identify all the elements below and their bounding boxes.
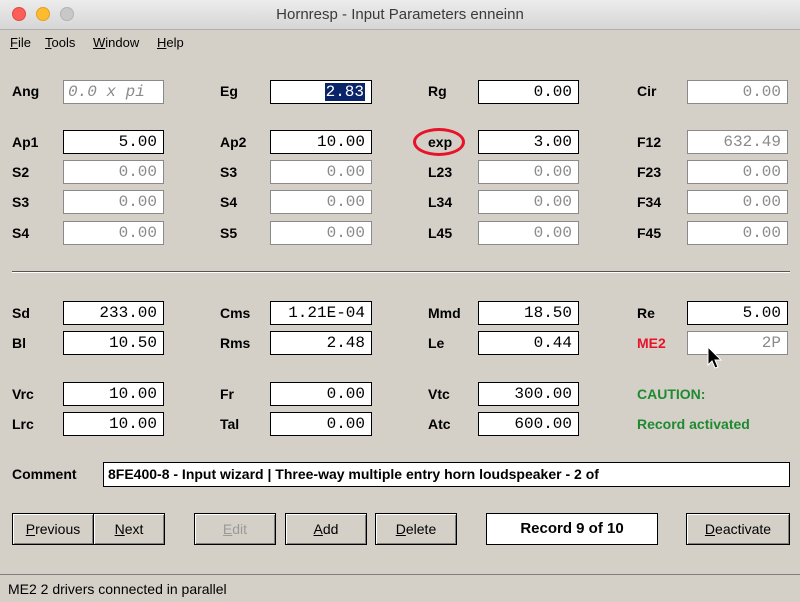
field-l45[interactable]: 0.00 bbox=[478, 221, 579, 245]
label-ap1: Ap1 bbox=[12, 134, 39, 150]
label-s4: S4 bbox=[220, 194, 238, 210]
label-atc: Atc bbox=[428, 416, 451, 432]
caution-title: CAUTION: bbox=[637, 386, 706, 402]
label-le: Le bbox=[428, 335, 445, 351]
field-s3-b[interactable]: 0.00 bbox=[63, 190, 164, 214]
field-cms[interactable]: 1.21E-04 bbox=[270, 301, 372, 325]
label-me2: ME2 bbox=[637, 335, 666, 351]
previous-button[interactable]: Previous bbox=[12, 513, 94, 545]
field-rg[interactable]: 0.00 bbox=[478, 80, 579, 104]
field-ang[interactable]: 0.0 x pi bbox=[63, 80, 164, 104]
field-bl[interactable]: 10.50 bbox=[63, 331, 164, 355]
label-f23: F23 bbox=[637, 164, 662, 180]
label-f12: F12 bbox=[637, 134, 662, 150]
label-tal: Tal bbox=[220, 416, 240, 432]
field-fr[interactable]: 0.00 bbox=[270, 382, 372, 406]
field-eg[interactable]: 2.83 bbox=[270, 80, 372, 104]
menu-window[interactable]: Window bbox=[93, 35, 139, 50]
record-indicator: Record 9 of 10 bbox=[486, 513, 658, 545]
field-le[interactable]: 0.44 bbox=[478, 331, 579, 355]
label-s5: S5 bbox=[220, 225, 238, 241]
label-s2: S2 bbox=[12, 164, 30, 180]
field-s2[interactable]: 0.00 bbox=[63, 160, 164, 184]
next-button[interactable]: Next bbox=[93, 513, 165, 545]
label-l45: L45 bbox=[428, 225, 453, 241]
label-l23: L23 bbox=[428, 164, 453, 180]
status-text: ME2 2 drivers connected in parallel bbox=[8, 581, 227, 597]
label-comment: Comment bbox=[12, 466, 77, 482]
add-button[interactable]: Add bbox=[285, 513, 367, 545]
field-ap2[interactable]: 10.00 bbox=[270, 130, 372, 154]
field-f34[interactable]: 0.00 bbox=[687, 190, 788, 214]
label-re: Re bbox=[637, 305, 655, 321]
field-sd[interactable]: 233.00 bbox=[63, 301, 164, 325]
field-f23[interactable]: 0.00 bbox=[687, 160, 788, 184]
field-s4-b[interactable]: 0.00 bbox=[63, 221, 164, 245]
field-vtc[interactable]: 300.00 bbox=[478, 382, 579, 406]
menu-help[interactable]: Help bbox=[157, 35, 184, 50]
field-ap1[interactable]: 5.00 bbox=[63, 130, 164, 154]
deactivate-button[interactable]: Deactivate bbox=[686, 513, 790, 545]
edit-button[interactable]: Edit bbox=[194, 513, 276, 545]
label-f45: F45 bbox=[637, 225, 662, 241]
menu-tools[interactable]: Tools bbox=[45, 35, 75, 50]
label-vrc: Vrc bbox=[12, 386, 34, 402]
label-s3-b: S3 bbox=[12, 194, 30, 210]
label-f34: F34 bbox=[637, 194, 662, 210]
label-fr: Fr bbox=[220, 386, 234, 402]
field-s5[interactable]: 0.00 bbox=[270, 221, 372, 245]
field-re[interactable]: 5.00 bbox=[687, 301, 788, 325]
label-sd: Sd bbox=[12, 305, 30, 321]
title-bar: Hornresp - Input Parameters enneinn bbox=[0, 0, 800, 30]
label-cir: Cir bbox=[637, 83, 657, 99]
label-ap2: Ap2 bbox=[220, 134, 247, 150]
caution-message: Record activated bbox=[637, 416, 750, 432]
field-rms[interactable]: 2.48 bbox=[270, 331, 372, 355]
delete-button[interactable]: Delete bbox=[375, 513, 457, 545]
label-vtc: Vtc bbox=[428, 386, 450, 402]
label-lrc: Lrc bbox=[12, 416, 34, 432]
field-s4[interactable]: 0.00 bbox=[270, 190, 372, 214]
field-f45[interactable]: 0.00 bbox=[687, 221, 788, 245]
comment-field[interactable]: 8FE400-8 - Input wizard | Three-way mult… bbox=[103, 462, 790, 487]
field-me2[interactable]: 2P bbox=[687, 331, 788, 355]
label-exp: exp bbox=[428, 134, 453, 150]
field-f12[interactable]: 632.49 bbox=[687, 130, 788, 154]
mouse-pointer-icon bbox=[707, 346, 723, 369]
label-s3: S3 bbox=[220, 164, 238, 180]
label-ang: Ang bbox=[12, 83, 40, 99]
field-eg-value: 2.83 bbox=[324, 83, 365, 101]
label-mmd: Mmd bbox=[428, 305, 461, 321]
label-rms: Rms bbox=[220, 335, 251, 351]
menu-bar: File Tools Window Help bbox=[0, 30, 800, 56]
field-lrc[interactable]: 10.00 bbox=[63, 412, 164, 436]
field-mmd[interactable]: 18.50 bbox=[478, 301, 579, 325]
label-s4-b: S4 bbox=[12, 225, 30, 241]
field-cir[interactable]: 0.00 bbox=[687, 80, 788, 104]
label-cms: Cms bbox=[220, 305, 251, 321]
field-l34[interactable]: 0.00 bbox=[478, 190, 579, 214]
field-l23[interactable]: 0.00 bbox=[478, 160, 579, 184]
label-l34: L34 bbox=[428, 194, 453, 210]
field-tal[interactable]: 0.00 bbox=[270, 412, 372, 436]
label-rg: Rg bbox=[428, 83, 447, 99]
label-eg: Eg bbox=[220, 83, 238, 99]
section-divider bbox=[12, 271, 790, 273]
field-vrc[interactable]: 10.00 bbox=[63, 382, 164, 406]
field-atc[interactable]: 600.00 bbox=[478, 412, 579, 436]
field-s3[interactable]: 0.00 bbox=[270, 160, 372, 184]
menu-file[interactable]: File bbox=[10, 35, 31, 50]
field-exp[interactable]: 3.00 bbox=[478, 130, 579, 154]
label-bl: Bl bbox=[12, 335, 26, 351]
status-bar: ME2 2 drivers connected in parallel bbox=[0, 574, 800, 602]
window-title: Hornresp - Input Parameters enneinn bbox=[276, 6, 524, 23]
